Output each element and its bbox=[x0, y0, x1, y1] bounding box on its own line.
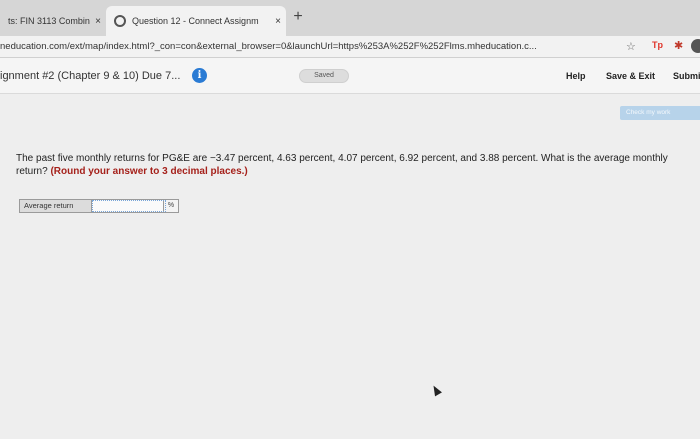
save-exit-button[interactable]: Save & Exit bbox=[606, 71, 655, 81]
tab-title: ts: FIN 3113 Combin bbox=[8, 16, 90, 26]
mouse-cursor-icon bbox=[430, 383, 442, 397]
answer-label: Average return bbox=[20, 200, 92, 212]
assignment-title[interactable]: ignment #2 (Chapter 9 & 10) Due 7... bbox=[0, 70, 180, 82]
close-icon[interactable]: × bbox=[270, 16, 286, 27]
bookmark-star-icon[interactable]: ☆ bbox=[626, 40, 636, 53]
info-icon[interactable]: i bbox=[192, 68, 207, 83]
tab-fin-3113[interactable]: ts: FIN 3113 Combin × bbox=[0, 6, 106, 36]
profile-avatar-icon[interactable] bbox=[691, 39, 700, 53]
close-icon[interactable]: × bbox=[90, 16, 106, 27]
submit-button[interactable]: Submi bbox=[673, 71, 700, 81]
average-return-input[interactable] bbox=[92, 200, 164, 212]
extension-icon[interactable]: ✱ bbox=[674, 39, 683, 52]
question-text: The past five monthly returns for PG&E a… bbox=[16, 152, 676, 178]
help-button[interactable]: Help bbox=[566, 71, 586, 81]
check-my-work-button[interactable]: Check my work bbox=[620, 106, 700, 120]
url-text[interactable]: neducation.com/ext/map/index.html?_con=c… bbox=[0, 41, 620, 52]
percent-unit: % bbox=[164, 200, 178, 212]
tab-title: Question 12 - Connect Assignm bbox=[132, 16, 259, 26]
extension-tp-icon[interactable]: Tp bbox=[652, 40, 663, 50]
answer-row: Average return % bbox=[19, 199, 179, 213]
question-instruction: (Round your answer to 3 decimal places.) bbox=[50, 166, 248, 177]
new-tab-icon[interactable]: + bbox=[290, 9, 306, 25]
tab-question-12[interactable]: Question 12 - Connect Assignm × bbox=[106, 6, 286, 36]
saved-status-badge: Saved bbox=[299, 69, 349, 83]
connect-favicon-icon bbox=[114, 15, 126, 27]
tab-strip: ts: FIN 3113 Combin × Question 12 - Conn… bbox=[0, 0, 700, 36]
assignment-header: ignment #2 (Chapter 9 & 10) Due 7... i S… bbox=[0, 58, 700, 94]
address-bar[interactable]: neducation.com/ext/map/index.html?_con=c… bbox=[0, 36, 700, 58]
